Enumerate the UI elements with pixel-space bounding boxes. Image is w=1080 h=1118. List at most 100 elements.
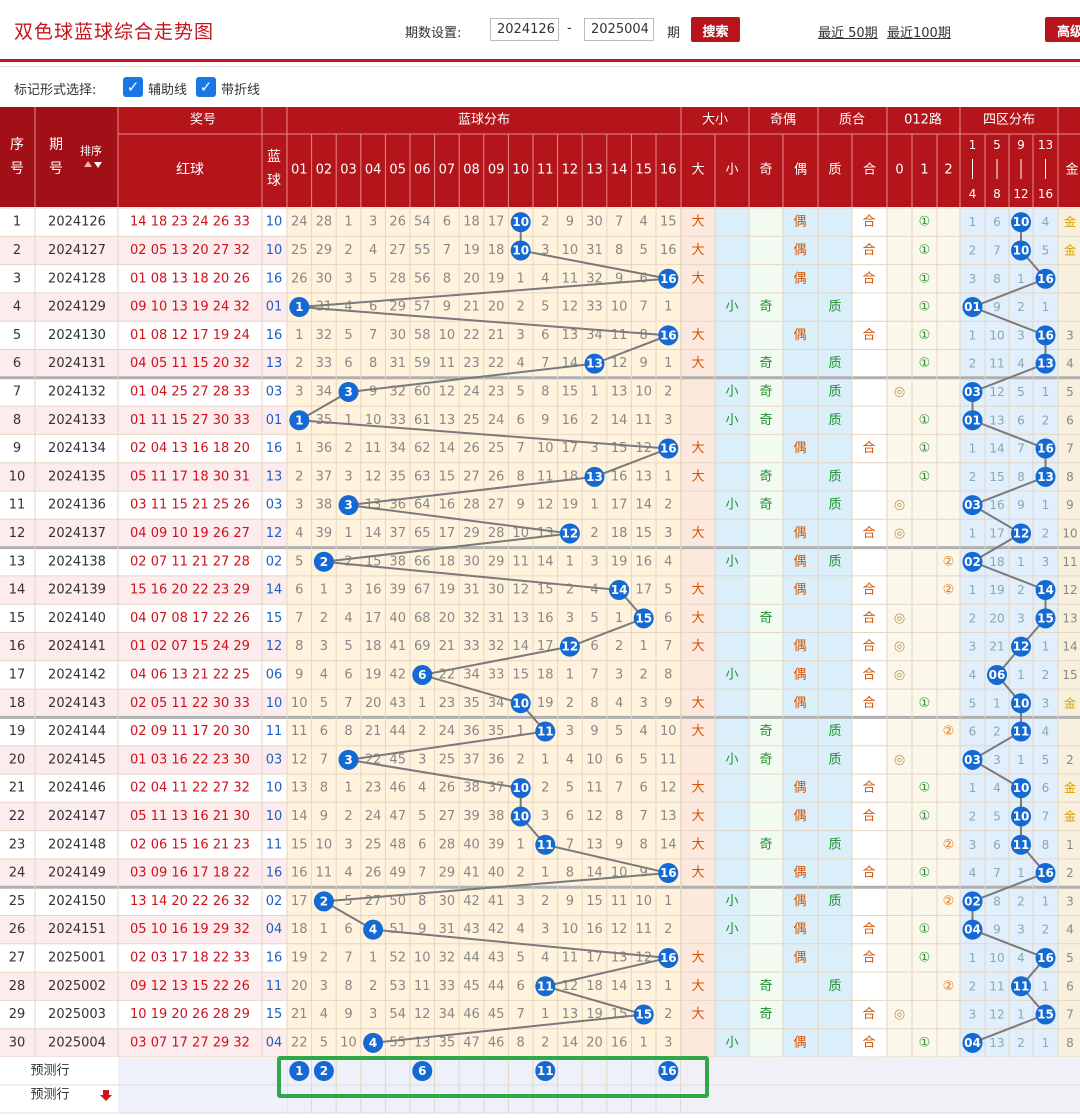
zone-miss: 11 — [989, 979, 1004, 993]
table-body: 1 2024126 14 18 23 24 26 33 10 24 28 1 3 26 54 6 18… — [0, 207, 1080, 1114]
miss-count: 3 — [664, 413, 672, 428]
recent-50-link[interactable]: 最近 50期 — [818, 22, 878, 41]
blue-ball-number: 2 — [320, 894, 328, 908]
group-prime-header: 质合 — [839, 113, 865, 128]
zone-miss: 1 — [1042, 894, 1050, 908]
miss-count: 3 — [640, 696, 648, 711]
mod3-mark: ① — [919, 328, 931, 343]
miss-count: 9 — [615, 271, 623, 286]
miss-count: 1 — [517, 837, 525, 852]
miss-count: 30 — [463, 554, 480, 569]
row-issue: 2025002 — [48, 979, 106, 994]
miss-count: 7 — [320, 752, 328, 767]
period-to-input[interactable]: 2025004 — [584, 18, 654, 41]
miss-count: 4 — [541, 271, 549, 286]
row-issue: 2024138 — [48, 554, 106, 569]
search-button[interactable]: 搜索 — [691, 17, 740, 42]
miss-count: 2 — [344, 243, 352, 258]
miss-count: 38 — [488, 809, 505, 824]
miss-count: 17 — [586, 950, 603, 965]
miss-count: 7 — [640, 300, 648, 315]
miss-count: 4 — [664, 554, 672, 569]
miss-count: 24 — [365, 809, 382, 824]
miss-count: 19 — [488, 271, 505, 286]
miss-count: 1 — [541, 866, 549, 881]
zone-ball-number: 01 — [964, 300, 981, 314]
miss-count: 27 — [488, 498, 505, 513]
miss-count: 33 — [488, 667, 505, 682]
prime-mark: 合 — [862, 639, 875, 654]
advanced-button[interactable]: 高级 — [1045, 17, 1080, 42]
prime-mark: 合 — [862, 866, 875, 881]
row-red-balls: 01 11 15 27 30 33 — [130, 413, 250, 428]
blue-ball-number: 6 — [418, 668, 426, 682]
period-from-input[interactable]: 2024126 — [490, 18, 559, 41]
miss-count: 3 — [418, 752, 426, 767]
miss-count: 12 — [611, 922, 628, 937]
miss-count: 11 — [611, 328, 628, 343]
row-issue: 2024141 — [48, 639, 106, 654]
miss-count: 3 — [344, 583, 352, 598]
col-seq-header: 序 — [10, 137, 24, 153]
row-red-balls: 02 07 11 21 27 28 — [130, 554, 250, 569]
miss-count: 37 — [389, 526, 406, 541]
miss-count: 23 — [463, 356, 480, 371]
zone-ball-number: 10 — [1013, 809, 1030, 823]
zone-miss: 6 — [993, 215, 1001, 229]
group-blue-dist-header: 蓝球分布 — [458, 113, 510, 128]
row-red-balls: 09 12 13 15 22 26 — [130, 979, 250, 994]
zone-miss: 4 — [1017, 357, 1025, 371]
predict-row-label[interactable]: 预测行 — [30, 1088, 69, 1103]
miss-count: 45 — [488, 1007, 505, 1022]
zone-miss: 1 — [969, 526, 977, 540]
miss-count: 21 — [439, 639, 456, 654]
recent-100-link[interactable]: 最近100期 — [887, 22, 951, 41]
miss-count: 25 — [488, 441, 505, 456]
predict-row-label[interactable]: 预测行 — [30, 1064, 69, 1079]
miss-count: 14 — [611, 413, 628, 428]
miss-count: 5 — [664, 583, 672, 598]
sort-button[interactable]: 排序 — [80, 144, 102, 158]
blue-num-header: 16 — [660, 163, 677, 178]
miss-count: 25 — [291, 243, 308, 258]
miss-count: 8 — [590, 696, 598, 711]
miss-count: 1 — [517, 271, 525, 286]
col-issue-header: 期 — [49, 137, 63, 153]
blue-num-header: 14 — [611, 163, 628, 178]
zone-miss: 4 — [969, 668, 977, 682]
zone-ball-number: 03 — [964, 385, 981, 399]
miss-count: 33 — [439, 979, 456, 994]
zone-ball-number: 16 — [1037, 866, 1054, 880]
zone-miss: 9 — [993, 923, 1001, 937]
miss-count: 1 — [640, 639, 648, 654]
aux-line-checkbox[interactable]: ✓ — [123, 77, 143, 97]
miss-count: 3 — [320, 639, 328, 654]
row-red-balls: 05 11 13 16 21 30 — [130, 809, 250, 824]
zone-miss: 7 — [1042, 809, 1050, 823]
fold-line-checkbox[interactable]: ✓ — [196, 77, 216, 97]
zone-header: 16 — [1038, 187, 1053, 201]
row-red-balls: 02 06 15 16 21 23 — [130, 837, 250, 852]
miss-count: 4 — [640, 724, 648, 739]
miss-count: 20 — [291, 979, 308, 994]
predict-ball-number: 16 — [660, 1064, 677, 1078]
miss-count: 35 — [316, 413, 333, 428]
miss-count: 26 — [439, 781, 456, 796]
miss-count: 1 — [664, 300, 672, 315]
row-issue: 2024132 — [48, 384, 106, 399]
zone-miss: 1 — [1042, 1036, 1050, 1050]
row-seq: 5 — [13, 328, 21, 343]
row-blue-ball: 11 — [266, 724, 283, 739]
zone-miss: 2 — [969, 243, 977, 257]
prime-mark: 合 — [862, 667, 875, 682]
miss-count: 3 — [541, 809, 549, 824]
row-blue-ball: 11 — [266, 979, 283, 994]
miss-count: 1 — [418, 696, 426, 711]
parity-mark: 奇 — [759, 468, 772, 484]
miss-count: 43 — [389, 696, 406, 711]
miss-count: 1 — [369, 950, 377, 965]
miss-count: 3 — [344, 837, 352, 852]
miss-count: 6 — [320, 724, 328, 739]
parity-mark: 偶 — [793, 271, 806, 286]
zone-miss: 6 — [993, 838, 1001, 852]
